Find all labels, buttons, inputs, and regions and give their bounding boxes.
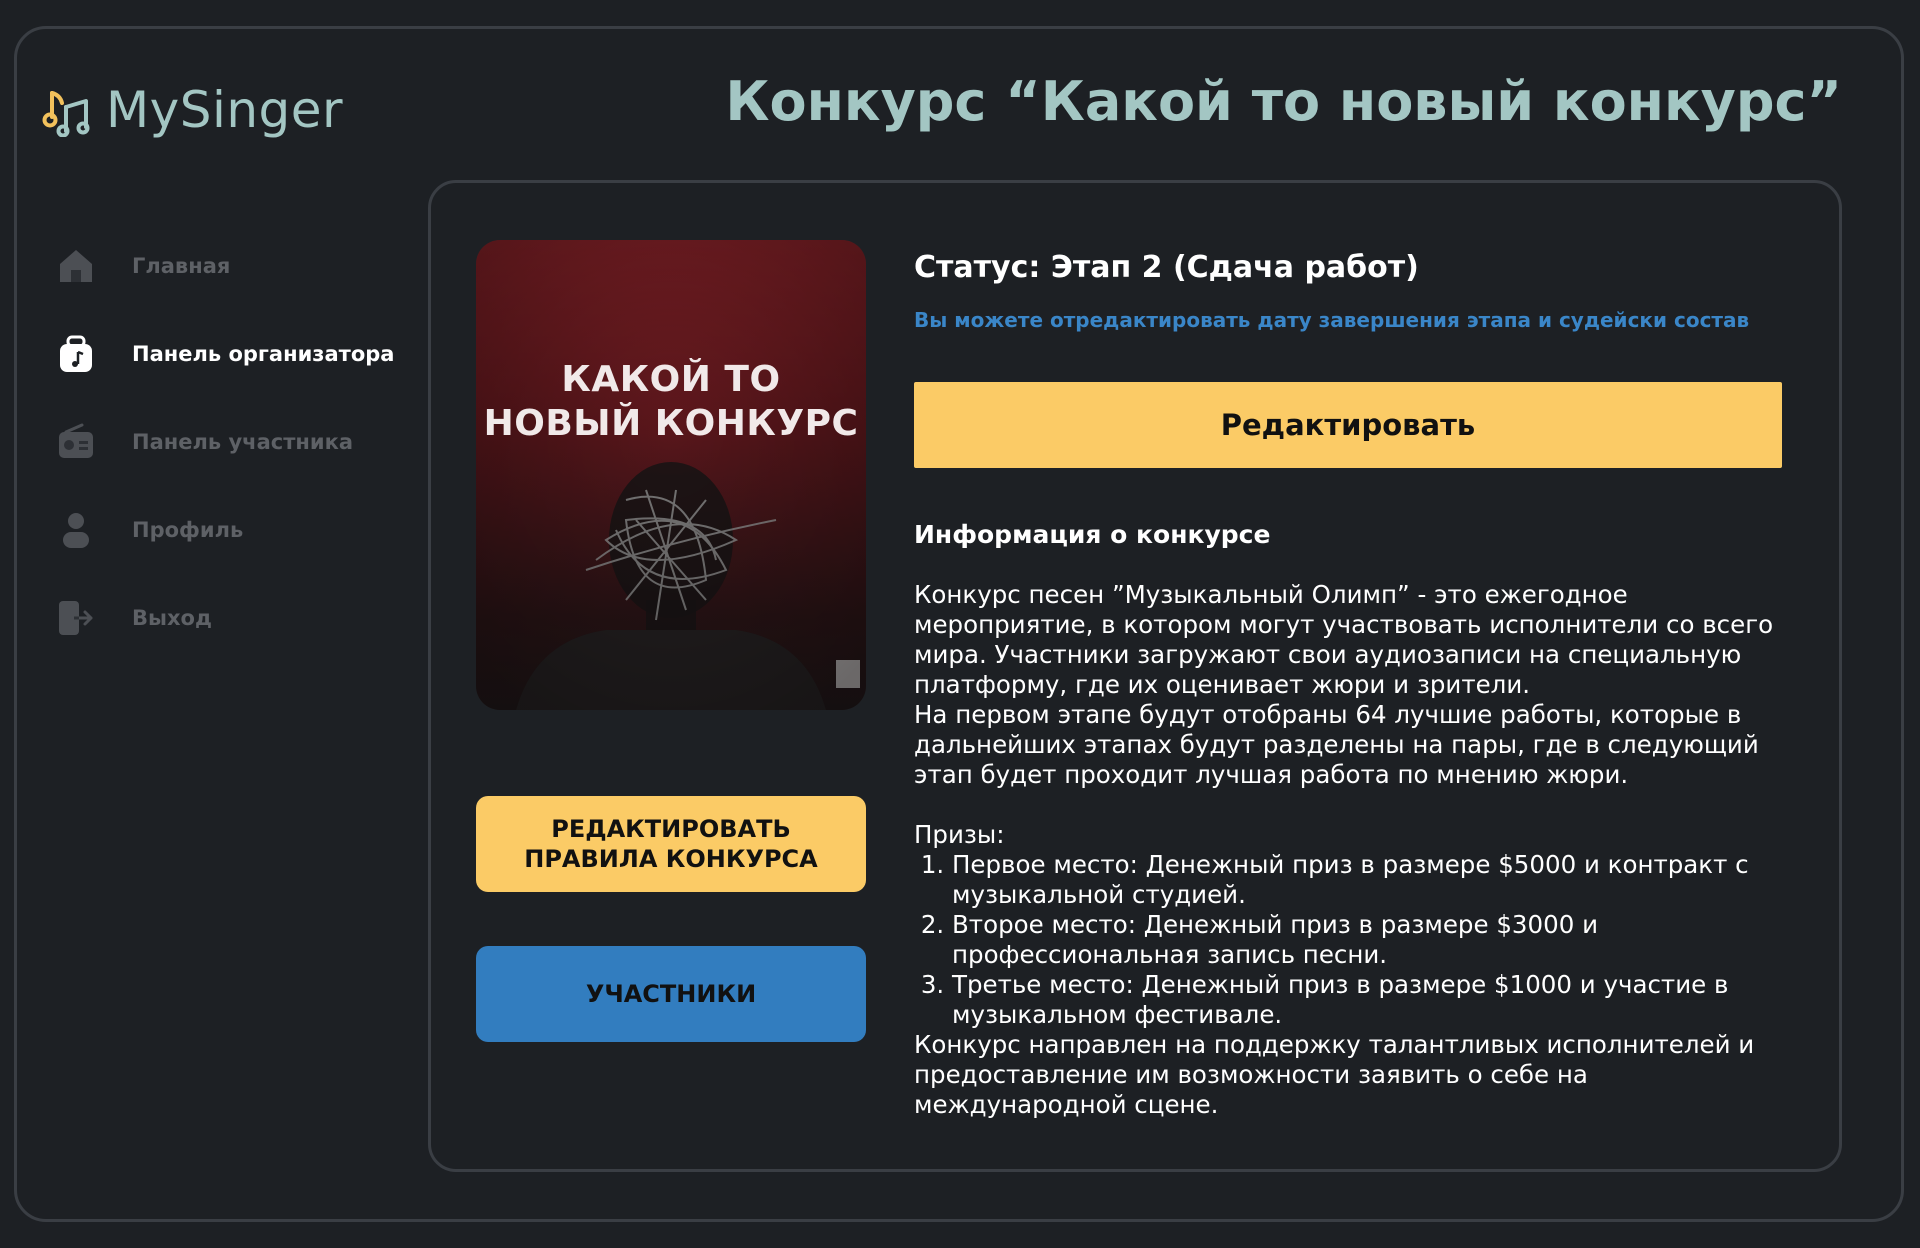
sidebar-item-logout[interactable]: Выход <box>48 574 408 662</box>
radio-icon <box>48 414 104 470</box>
sidebar-item-profile[interactable]: Профиль <box>48 486 408 574</box>
music-bag-icon <box>48 326 104 382</box>
info-heading: Информация о конкурсе <box>914 520 1271 549</box>
info-paragraph: Конкурс песен ”Музыкальный Олимп” - это … <box>914 580 1774 699</box>
sidebar-item-participant-panel[interactable]: Панель участника <box>48 398 408 486</box>
home-icon <box>48 238 104 294</box>
prize-item: Первое место: Денежный приз в размере $5… <box>952 850 1794 910</box>
sidebar: Главная Панель организатора Панель участ… <box>48 222 408 662</box>
status-hint: Вы можете отредактировать дату завершени… <box>914 308 1750 332</box>
logo[interactable]: MySinger <box>42 80 343 140</box>
sidebar-item-organizer-panel[interactable]: Панель организатора <box>48 310 408 398</box>
info-paragraph: На первом этапе будут отобраны 64 лучшие… <box>914 700 1759 789</box>
contest-info-text: Конкурс песен ”Музыкальный Олимп” - это … <box>914 580 1794 1120</box>
prize-item: Второе место: Денежный приз в размере $3… <box>952 910 1794 970</box>
sidebar-item-label: Выход <box>132 606 212 630</box>
edit-button[interactable]: Редактировать <box>914 382 1782 468</box>
sidebar-item-label: Главная <box>132 254 231 278</box>
user-icon <box>48 502 104 558</box>
page-title: Конкурс “Какой то новый конкурс” <box>725 70 1842 133</box>
music-notes-icon <box>42 91 90 137</box>
logout-icon <box>48 590 104 646</box>
prize-item: Третье место: Денежный приз в размере $1… <box>952 970 1794 1030</box>
app-name: MySinger <box>106 81 344 139</box>
sidebar-item-label: Панель организатора <box>132 342 395 366</box>
sidebar-item-label: Профиль <box>132 518 244 542</box>
info-closing: Конкурс направлен на поддержку талантлив… <box>914 1030 1755 1119</box>
prizes-list: Первое место: Денежный приз в размере $5… <box>914 850 1794 1030</box>
poster-artwork <box>476 240 866 710</box>
sidebar-item-home[interactable]: Главная <box>48 222 408 310</box>
participants-button[interactable]: УЧАСТНИКИ <box>476 946 866 1042</box>
edit-rules-button[interactable]: РЕДАКТИРОВАТЬ ПРАВИЛА КОНКУРСА <box>476 796 866 892</box>
contest-status: Статус: Этап 2 (Сдача работ) <box>914 250 1419 285</box>
prizes-label: Призы: <box>914 820 1005 849</box>
poster-title: КАКОЙ ТО НОВЫЙ КОНКУРС <box>483 359 859 444</box>
sidebar-item-label: Панель участника <box>132 430 354 454</box>
contest-poster: КАКОЙ ТО НОВЫЙ КОНКУРС <box>476 240 866 710</box>
